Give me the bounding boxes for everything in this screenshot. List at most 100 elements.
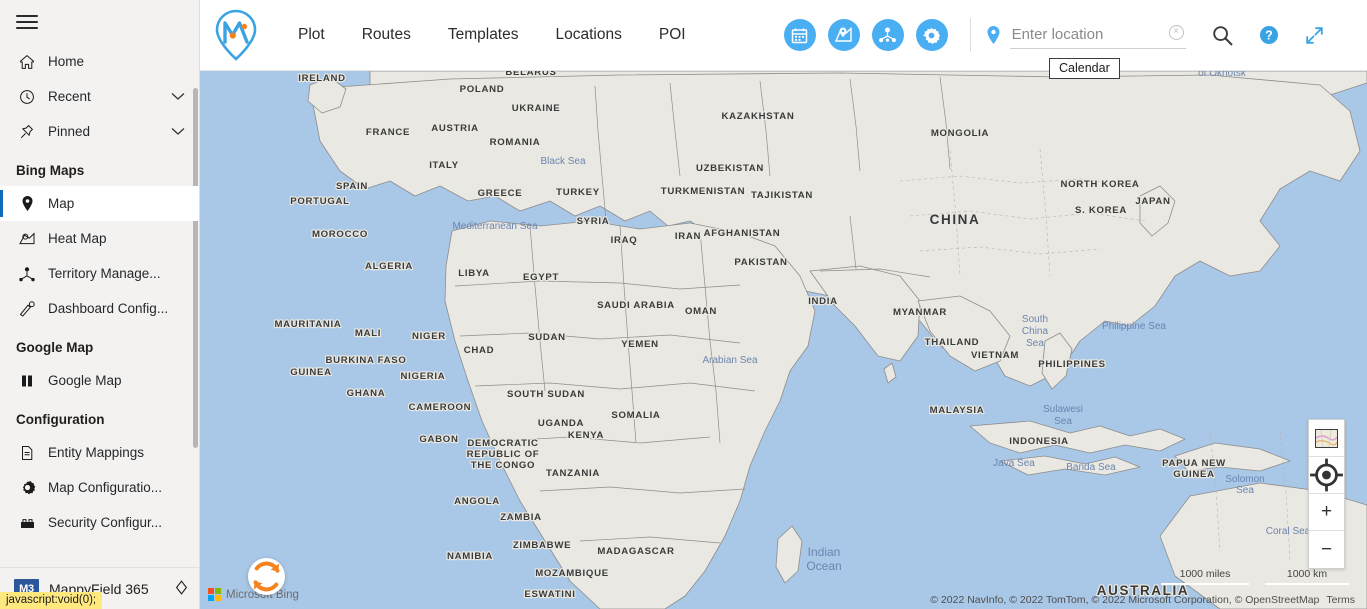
map-vector <box>200 71 1367 609</box>
svg-text:?: ? <box>1265 29 1273 43</box>
security-icon <box>16 514 38 532</box>
scale-km: 1000 km <box>1265 568 1349 585</box>
heat-map-icon <box>16 230 38 248</box>
map-attribution: © 2022 NavInfo, © 2022 TomTom, © 2022 Mi… <box>930 594 1355 606</box>
sidebar-item-map[interactable]: Map <box>0 186 199 221</box>
zoom-out-button[interactable]: − <box>1309 531 1344 568</box>
location-pin-icon <box>985 25 1002 45</box>
locate-me-button[interactable] <box>1309 457 1344 494</box>
document-icon <box>16 444 38 462</box>
hamburger-menu-button[interactable] <box>0 0 199 44</box>
territory-icon <box>16 265 38 283</box>
browser-status-bar: javascript:void(0); <box>0 592 103 609</box>
book-map-icon <box>16 372 38 390</box>
header-divider <box>969 18 971 52</box>
help-icon: ? <box>1259 26 1278 44</box>
sidebar-item-territory-management[interactable]: Territory Manage... <box>0 256 199 291</box>
sidebar-item-label: Google Map <box>48 373 122 388</box>
location-search-area: × ? <box>985 21 1324 49</box>
expand-icon <box>1305 26 1323 44</box>
sidebar-item-heat-map[interactable]: Heat Map <box>0 221 199 256</box>
mappyfield-logo <box>215 9 257 61</box>
clear-location-button[interactable]: × <box>1168 24 1184 40</box>
location-pin-icon <box>16 195 38 213</box>
territory-icon <box>879 27 896 43</box>
sidebar-nav: Home Recent Pinned Bing Maps Map Heat Ma… <box>0 44 199 567</box>
attribution-text: © 2022 NavInfo, © 2022 TomTom, © 2022 Mi… <box>930 594 1320 606</box>
location-search-input[interactable] <box>1009 21 1186 49</box>
sidebar-item-map-configuration[interactable]: Map Configuratio... <box>0 470 199 505</box>
calendar-button[interactable] <box>783 19 816 51</box>
main-nav-tabs: Plot Routes Templates Locations POI <box>296 20 688 50</box>
pin-icon <box>16 123 38 141</box>
app-switcher-chevron-icon[interactable] <box>174 579 189 599</box>
sidebar-item-google-map[interactable]: Google Map <box>0 363 199 398</box>
logo-container[interactable] <box>200 9 272 61</box>
expand-button[interactable] <box>1305 26 1324 45</box>
home-icon <box>16 53 38 71</box>
scale-miles-label: 1000 miles <box>1179 568 1231 580</box>
chevron-down-icon[interactable] <box>171 124 185 139</box>
calendar-tooltip: Calendar <box>1049 58 1120 79</box>
sidebar-group-title-bing-maps: Bing Maps <box>16 163 85 178</box>
tab-plot[interactable]: Plot <box>296 20 327 50</box>
app-header: Plot Routes Templates Locations POI Ente… <box>200 0 1367 71</box>
sidebar-item-label: Territory Manage... <box>48 266 161 281</box>
sidebar-group-title-configuration: Configuration <box>16 412 105 427</box>
gear-icon <box>16 479 38 497</box>
sidebar-item-label: Pinned <box>48 124 91 139</box>
scale-miles: 1000 miles <box>1161 568 1249 585</box>
territory-button[interactable] <box>871 19 904 51</box>
locate-icon <box>1310 458 1343 492</box>
refresh-button[interactable] <box>248 558 285 595</box>
map-controls: + − <box>1308 419 1345 569</box>
chevron-down-icon[interactable] <box>171 89 185 104</box>
dashboard-config-icon <box>16 300 38 318</box>
sidebar-item-label: Security Configur... <box>48 515 163 530</box>
sidebar-item-pinned[interactable]: Pinned <box>0 114 199 149</box>
sidebar-item-label: Recent <box>48 89 91 104</box>
settings-button[interactable] <box>915 19 948 51</box>
sidebar-group-title-google-map: Google Map <box>16 340 94 355</box>
clock-icon <box>16 88 38 106</box>
sidebar-item-label: Map <box>48 196 75 211</box>
sidebar-item-entity-mappings[interactable]: Entity Mappings <box>0 435 199 470</box>
sidebar-item-label: Entity Mappings <box>48 445 145 460</box>
tab-templates[interactable]: Templates <box>446 20 521 50</box>
terms-link[interactable]: Terms <box>1326 594 1355 606</box>
calendar-icon <box>791 28 808 43</box>
tab-routes[interactable]: Routes <box>360 20 413 50</box>
help-button[interactable]: ? <box>1259 25 1279 45</box>
main-content: Plot Routes Templates Locations POI Ente… <box>200 0 1367 609</box>
hamburger-icon <box>16 11 38 33</box>
app-root: Home Recent Pinned Bing Maps Map Heat Ma… <box>0 0 1367 609</box>
scale-km-bar <box>1265 583 1349 585</box>
settings-gear-icon <box>923 27 941 44</box>
zoom-in-button[interactable]: + <box>1309 494 1344 531</box>
sidebar-item-label: Dashboard Config... <box>48 301 169 316</box>
sidebar-item-security-configuration[interactable]: Security Configur... <box>0 505 199 540</box>
search-icon <box>1212 25 1233 45</box>
map-style-thumbnail-icon <box>1315 428 1338 448</box>
map-scale: 1000 miles 1000 km <box>1161 568 1349 585</box>
tab-poi[interactable]: POI <box>657 20 688 50</box>
microsoft-logo-icon <box>208 588 221 601</box>
map-style-toggle[interactable] <box>1309 420 1344 457</box>
sidebar-item-home[interactable]: Home <box>0 44 199 79</box>
search-button[interactable] <box>1212 25 1233 46</box>
map-canvas[interactable]: IRELAND BELARUS POLAND UKRAINE FRANCE AUSTRIA… <box>200 71 1367 609</box>
tab-locations[interactable]: Locations <box>554 20 624 50</box>
sidebar-item-label: Map Configuratio... <box>48 480 163 495</box>
location-input-wrapper: × <box>1009 21 1186 49</box>
scale-miles-bar <box>1161 583 1249 585</box>
sidebar-item-label: Heat Map <box>48 231 107 246</box>
sidebar: Home Recent Pinned Bing Maps Map Heat Ma… <box>0 0 200 609</box>
refresh-icon <box>253 561 280 592</box>
heat-map-icon <box>835 26 852 42</box>
sidebar-item-label: Home <box>48 54 85 69</box>
scale-km-label: 1000 km <box>1286 568 1328 580</box>
heat-map-button[interactable] <box>827 19 860 51</box>
sidebar-item-dashboard-config[interactable]: Dashboard Config... <box>0 291 199 326</box>
sidebar-item-recent[interactable]: Recent <box>0 79 199 114</box>
header-action-icons <box>783 19 948 51</box>
